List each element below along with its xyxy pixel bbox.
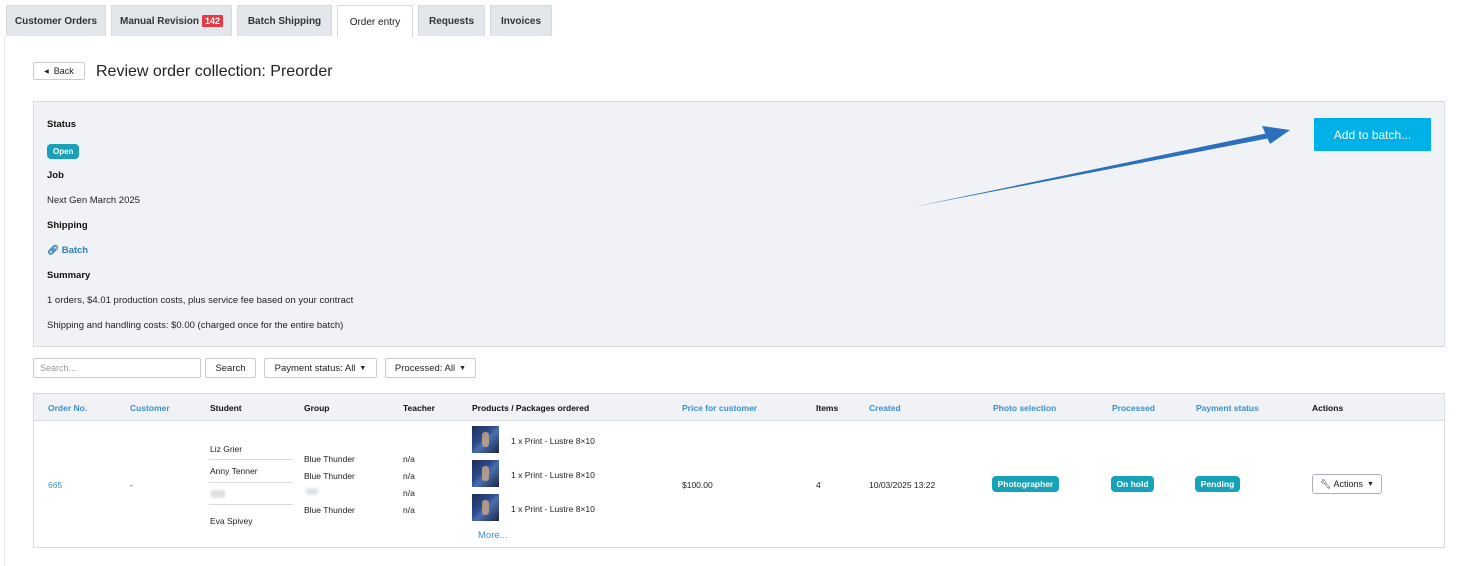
caret-down-icon: ▼ <box>359 364 367 372</box>
caret-down-icon: ▼ <box>1367 480 1374 488</box>
col-teacher: Teacher <box>403 403 435 413</box>
student-name: Eva Spivey <box>210 516 253 526</box>
col-processed[interactable]: Processed <box>1112 403 1155 413</box>
col-actions: Actions <box>1312 403 1344 413</box>
product-thumbnail[interactable] <box>472 494 499 521</box>
price-value: $100.00 <box>682 480 713 490</box>
col-student: Student <box>210 403 242 413</box>
col-created[interactable]: Created <box>869 403 901 413</box>
col-payment-status[interactable]: Payment status <box>1196 403 1259 413</box>
group-name: Blue Thunder <box>304 505 355 515</box>
teacher-name: n/a <box>403 488 415 498</box>
col-items: Items <box>816 403 839 413</box>
table-header: Order No. Customer Student Group Teacher… <box>34 394 1444 421</box>
photo-selection-badge: Photographer <box>992 476 1059 492</box>
processed-filter[interactable]: Processed: All ▼ <box>385 358 476 378</box>
order-no-link[interactable]: 665 <box>48 480 62 490</box>
payment-status-filter-label: Payment status: All <box>274 362 356 374</box>
col-group: Group <box>304 403 330 413</box>
col-customer[interactable]: Customer <box>130 403 170 413</box>
divider <box>209 459 293 460</box>
payment-status-filter[interactable]: Payment status: All ▼ <box>264 358 377 378</box>
search-input[interactable] <box>33 358 201 378</box>
col-photo-selection[interactable]: Photo selection <box>993 403 1056 413</box>
teacher-name: n/a <box>403 454 415 464</box>
actions-label: Actions <box>1333 479 1363 489</box>
redacted-student-name <box>211 490 225 498</box>
more-products-link[interactable]: More... <box>478 530 508 541</box>
payment-status-badge: Pending <box>1195 476 1240 492</box>
created-value: 10/03/2025 13:22 <box>869 480 936 490</box>
customer-value: - <box>130 480 133 490</box>
actions-dropdown-button[interactable]: 🔧︎ Actions ▼ <box>1312 474 1382 494</box>
processed-badge: On hold <box>1111 476 1154 492</box>
divider <box>209 504 293 505</box>
redacted-group-name <box>306 488 318 495</box>
product-line: 1 x Print - Lustre 8×10 <box>511 470 595 480</box>
product-thumbnail[interactable] <box>472 460 499 487</box>
orders-table: Order No. Customer Student Group Teacher… <box>33 393 1445 548</box>
search-button[interactable]: Search <box>205 358 256 378</box>
product-line: 1 x Print - Lustre 8×10 <box>511 436 595 446</box>
processed-filter-label: Processed: All <box>394 362 456 374</box>
teacher-name: n/a <box>403 471 415 481</box>
group-name: Blue Thunder <box>304 471 355 481</box>
student-name: Liz Grier <box>210 444 243 454</box>
col-order-no[interactable]: Order No. <box>48 403 87 413</box>
items-value: 4 <box>816 480 821 490</box>
student-name: Anny Tenner <box>210 466 258 476</box>
wrench-icon: 🔧︎ <box>1320 478 1332 489</box>
col-products: Products / Packages ordered <box>472 403 590 413</box>
col-price[interactable]: Price for customer <box>682 403 757 413</box>
teacher-name: n/a <box>403 505 415 515</box>
product-thumbnail[interactable] <box>472 426 499 453</box>
divider <box>209 482 293 483</box>
group-name: Blue Thunder <box>304 454 355 464</box>
product-line: 1 x Print - Lustre 8×10 <box>511 504 595 514</box>
caret-down-icon: ▼ <box>459 364 467 372</box>
